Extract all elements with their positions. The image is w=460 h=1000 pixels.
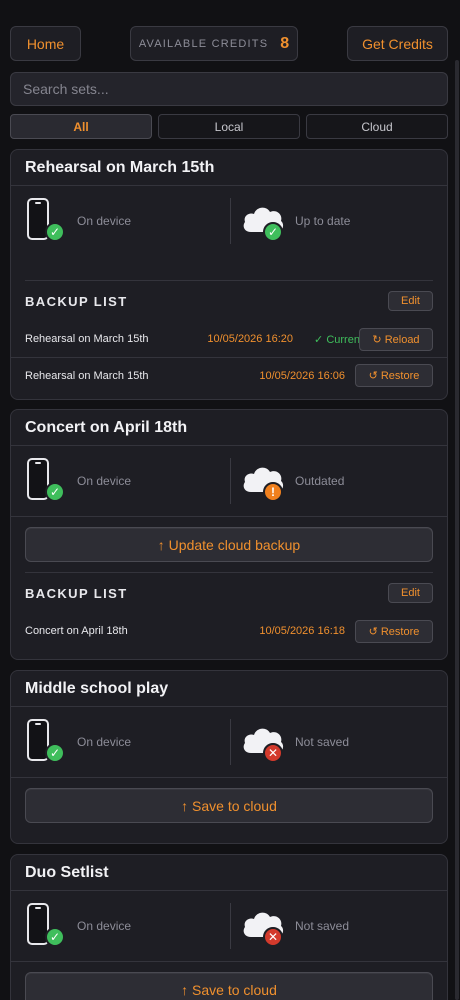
backup-date: 10/05/2026 16:06 <box>259 369 345 382</box>
device-status-text: On device <box>77 214 132 228</box>
error-icon: ✕ <box>263 927 283 947</box>
device-status-text: On device <box>77 474 132 488</box>
scrollbar[interactable] <box>455 60 459 1000</box>
warning-icon: ! <box>263 482 283 502</box>
cloud-icon: ✕ <box>241 717 285 767</box>
restore-button[interactable]: ↺ Restore <box>355 619 433 643</box>
backup-date: 10/05/2026 16:18 <box>259 625 345 637</box>
error-icon: ✕ <box>263 743 283 763</box>
card-title: Rehearsal on March 15th <box>11 150 447 186</box>
cloud-status-text: Outdated <box>295 474 345 488</box>
backup-row: Rehearsal on March 15th 10/05/2026 16:06… <box>11 357 447 393</box>
device-status: ✓ On device <box>23 707 131 777</box>
get-credits-button[interactable]: Get Credits <box>347 26 448 61</box>
reload-button[interactable]: ↻ Reload <box>359 327 433 351</box>
backup-list-header: BACKUP LIST Edit <box>11 281 447 321</box>
status-row: ✓ On device ✓ Up to date <box>11 186 447 256</box>
device-status: ✓ On device <box>23 891 131 961</box>
backup-list-title: BACKUP LIST <box>25 585 128 601</box>
set-card: Duo Setlist ✓ On device ✕ Not saved ↑ Sa… <box>10 854 448 1000</box>
backup-list-title: BACKUP LIST <box>25 293 128 309</box>
home-button[interactable]: Home <box>10 26 81 61</box>
device-status: ✓ On device <box>23 186 131 256</box>
current-indicator: ✓ Current <box>314 333 363 346</box>
search-input[interactable] <box>10 72 448 106</box>
update-cloud-backup-button[interactable]: ↑ Update cloud backup <box>25 527 433 562</box>
cloud-status-text: Not saved <box>295 735 350 749</box>
backup-row: Concert on April 18th 10/05/2026 16:18 ↺… <box>11 613 447 649</box>
credits-value: 8 <box>280 34 290 52</box>
action-wrap: ↑ Save to cloud <box>11 962 447 1000</box>
device-status-text: On device <box>77 735 132 749</box>
cloud-icon: ✕ <box>241 901 285 951</box>
cloud-status: ! Outdated <box>241 446 344 516</box>
card-title: Duo Setlist <box>11 855 447 891</box>
filter-local[interactable]: Local <box>158 114 300 139</box>
backup-name: Rehearsal on March 15th <box>25 333 149 345</box>
backup-row: Rehearsal on March 15th 10/05/2026 16:20… <box>11 321 447 357</box>
phone-icon: ✓ <box>23 196 67 246</box>
cloud-status-text: Not saved <box>295 919 350 933</box>
phone-icon: ✓ <box>23 456 67 506</box>
check-icon: ✓ <box>45 482 65 502</box>
set-card: Concert on April 18th ✓ On device ! Outd… <box>10 409 448 660</box>
card-title: Middle school play <box>11 671 447 707</box>
save-to-cloud-button[interactable]: ↑ Save to cloud <box>25 972 433 1000</box>
action-wrap: ↑ Save to cloud <box>11 778 447 833</box>
top-bar: Home AVAILABLE CREDITS 8 Get Credits <box>10 26 448 62</box>
phone-icon: ✓ <box>23 901 67 951</box>
edit-button[interactable]: Edit <box>388 583 433 603</box>
backup-date: 10/05/2026 16:20 <box>207 333 293 345</box>
backup-name: Rehearsal on March 15th <box>25 369 149 382</box>
backup-name: Concert on April 18th <box>25 625 128 637</box>
credits-display: AVAILABLE CREDITS 8 <box>130 26 298 61</box>
status-row: ✓ On device ! Outdated <box>11 446 447 516</box>
cloud-status-text: Up to date <box>295 214 351 228</box>
set-card: Rehearsal on March 15th ✓ On device ✓ Up… <box>10 149 448 400</box>
restore-button[interactable]: ↺ Restore <box>355 364 433 387</box>
device-status: ✓ On device <box>23 446 131 516</box>
card-title: Concert on April 18th <box>11 410 447 446</box>
cloud-status: ✕ Not saved <box>241 891 349 961</box>
check-icon: ✓ <box>263 222 283 242</box>
credits-label: AVAILABLE CREDITS <box>138 37 269 50</box>
device-status-text: On device <box>77 919 132 933</box>
check-icon: ✓ <box>45 743 65 763</box>
phone-icon: ✓ <box>23 717 67 767</box>
cloud-icon: ! <box>241 456 285 506</box>
check-icon: ✓ <box>45 927 65 947</box>
edit-button[interactable]: Edit <box>388 291 433 311</box>
cloud-icon: ✓ <box>241 196 285 246</box>
cloud-status: ✓ Up to date <box>241 186 350 256</box>
status-row: ✓ On device ✕ Not saved <box>11 891 447 961</box>
cloud-status: ✕ Not saved <box>241 707 349 777</box>
filter-tabs: All Local Cloud <box>10 114 448 140</box>
backup-list-header: BACKUP LIST Edit <box>11 573 447 613</box>
save-to-cloud-button[interactable]: ↑ Save to cloud <box>25 788 433 823</box>
action-wrap: ↑ Update cloud backup <box>11 517 447 572</box>
status-row: ✓ On device ✕ Not saved <box>11 707 447 777</box>
filter-all[interactable]: All <box>10 114 152 139</box>
filter-cloud[interactable]: Cloud <box>306 114 448 139</box>
set-card: Middle school play ✓ On device ✕ Not sav… <box>10 670 448 844</box>
check-icon: ✓ <box>45 222 65 242</box>
